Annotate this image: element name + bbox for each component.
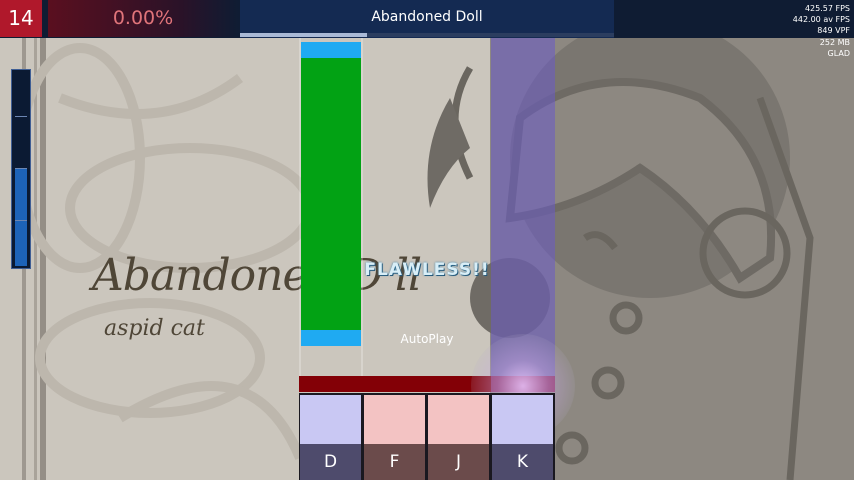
health-bar-tick [15, 168, 27, 169]
health-bar [11, 69, 31, 269]
key-f-label: F [364, 444, 425, 480]
health-bar-tick [15, 220, 27, 221]
key-f[interactable]: F [364, 395, 425, 480]
lane-divider [299, 38, 301, 378]
song-progress-bar [240, 33, 614, 37]
lane-divider [361, 38, 363, 378]
hold-note [301, 42, 361, 346]
average-fps-stat: 442.00 av FPS [792, 15, 850, 25]
memory-stat: 252 MB [819, 37, 850, 47]
accuracy-display: 0.00% [48, 0, 238, 37]
key-receptors: D F J K [299, 393, 555, 480]
key-f-top [364, 395, 425, 444]
renderer-stat: GLAD [827, 48, 850, 58]
vpf-stat: 849 VPF [817, 26, 850, 36]
combo-counter: 14 [0, 0, 42, 37]
lane-1 [299, 38, 361, 378]
key-k-label: K [492, 444, 553, 480]
top-hud-bar: 14 0.00% Abandoned Doll 425.57 FPS 442.0… [0, 0, 854, 58]
background-artist-art: aspid cat [104, 316, 205, 341]
hold-note-tail-cap [301, 42, 361, 58]
key-d-label: D [300, 444, 361, 480]
lane-4-press-highlight [491, 38, 555, 376]
fps-stat: 425.57 FPS [804, 4, 850, 13]
song-progress-fill [240, 33, 368, 37]
key-d-top [300, 395, 361, 444]
key-j-label: J [428, 444, 489, 480]
judgement-text: FLAWLESS!! [364, 260, 490, 280]
key-k[interactable]: K [492, 395, 553, 480]
health-bar-fill [15, 168, 27, 266]
key-j-top [428, 395, 489, 444]
performance-stats: 425.57 FPS 442.00 av FPS 849 VPF 252 MB … [793, 3, 850, 59]
key-k-top [492, 395, 553, 444]
autoplay-label: AutoPlay [400, 332, 454, 346]
key-d[interactable]: D [300, 395, 361, 480]
song-title: Abandoned Doll [371, 9, 483, 25]
key-j[interactable]: J [428, 395, 489, 480]
health-bar-tick [15, 116, 27, 117]
